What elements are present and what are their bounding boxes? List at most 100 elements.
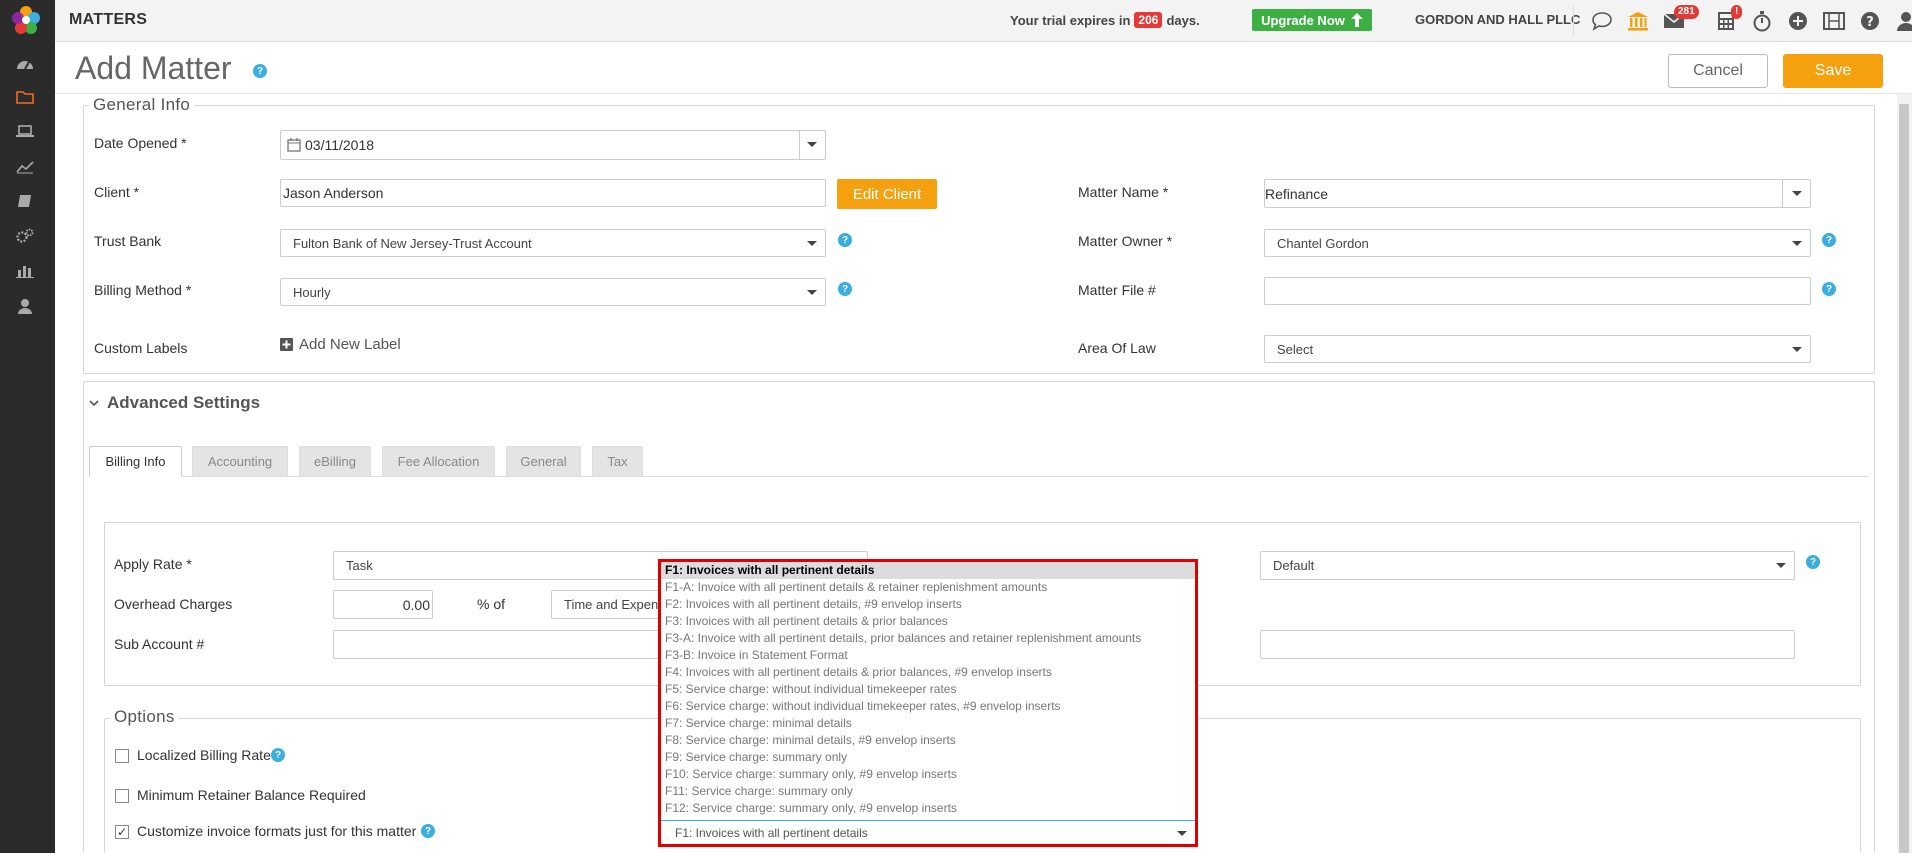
minimum-retainer-label: Minimum Retainer Balance Required [137,787,366,803]
general-info-legend: General Info [89,95,195,115]
svg-text:?: ? [1866,15,1874,30]
billing-method-label: Billing Method * [94,282,192,298]
invoice-format-option[interactable]: F3-B: Invoice in Statement Format [661,647,1195,664]
percent-of-label: % of [477,596,506,612]
add-new-label-link[interactable]: Add New Label [280,336,401,353]
matter-owner-select[interactable]: Chantel Gordon [1264,229,1811,257]
invoice-format-option[interactable]: F9: Service charge: summary only [661,749,1195,766]
localized-billing-rate-checkbox[interactable] [115,749,129,763]
invoice-format-selected-value: F1: Invoices with all pertinent details [675,825,868,840]
laptop-icon[interactable] [14,121,36,143]
bank-icon[interactable] [1625,8,1651,34]
localized-rate-help-icon[interactable]: ? [271,748,285,762]
default-rate-select[interactable]: Default [1260,551,1795,580]
localized-billing-rate-label: Localized Billing Rate [137,747,271,763]
tab-tax[interactable]: Tax [592,446,643,476]
chevron-down-icon [807,290,817,295]
invoice-format-option[interactable]: F10: Service charge: summary only, #9 en… [661,766,1195,783]
tab-baseline [89,476,1869,477]
invoice-format-option[interactable]: F8: Service charge: minimal details, #9 … [661,732,1195,749]
dashboard-icon[interactable] [14,52,36,74]
date-opened-field[interactable]: 03/11/2018 [280,130,826,160]
tab-fee-allocation[interactable]: Fee Allocation [382,446,495,476]
page-help-icon[interactable]: ? [253,64,267,78]
overhead-amount-input[interactable]: 0.00 [333,590,433,619]
invoice-format-option[interactable]: F1-A: Invoice with all pertinent details… [661,579,1195,596]
invoice-format-select[interactable]: F1: Invoices with all pertinent details [661,820,1195,844]
matters-folder-icon[interactable] [14,86,36,108]
matter-file-label: Matter File # [1078,282,1156,298]
date-dropdown-toggle[interactable] [799,131,825,159]
edit-client-button[interactable]: Edit Client [837,179,937,209]
app-logo-icon[interactable] [10,4,42,36]
minimum-retainer-checkbox[interactable] [115,789,129,803]
invoice-format-options[interactable]: F1: Invoices with all pertinent details F… [661,562,1195,820]
invoice-format-option[interactable]: F3-A: Invoice with all pertinent details… [661,630,1195,647]
right-field-input[interactable] [1260,630,1795,659]
chevron-down-icon [89,400,99,407]
customize-invoice-checkbox[interactable]: ✓ [115,825,129,839]
add-circle-icon[interactable] [1785,8,1811,34]
invoice-format-option[interactable]: F4: Invoices with all pertinent details … [661,664,1195,681]
upgrade-now-button[interactable]: Upgrade Now [1252,9,1372,31]
client-input[interactable]: Jason Anderson [280,179,826,207]
trend-chart-icon[interactable] [14,156,36,178]
chevron-down-icon [807,142,817,147]
area-of-law-select[interactable]: Select [1264,335,1811,363]
area-of-law-value: Select [1277,341,1314,357]
invoice-format-option[interactable]: F2: Invoices with all pertinent details,… [661,596,1195,613]
billing-method-select[interactable]: Hourly [280,278,826,306]
invoice-format-option[interactable]: F6: Service charge: without individual t… [661,698,1195,715]
matter-owner-help-icon[interactable]: ? [1822,233,1836,247]
overhead-base-select[interactable]: Time and Expens [551,590,671,619]
invoice-format-option[interactable]: F11: Service charge: summary only [661,783,1195,800]
matter-name-dropdown-toggle[interactable] [1782,180,1810,207]
divider [1573,6,1574,36]
client-label: Client * [94,184,140,200]
help-question-icon[interactable]: ? [1857,8,1883,34]
tab-general[interactable]: General [506,446,581,476]
default-rate-help-icon[interactable]: ? [1806,555,1820,569]
tab-ebilling[interactable]: eBilling [299,446,371,476]
calendar-icon [287,138,301,152]
invoice-format-option[interactable]: F1: Invoices with all pertinent details [661,562,1195,579]
tab-accounting[interactable]: Accounting [192,446,288,476]
stopwatch-icon[interactable] [1749,8,1775,34]
invoice-format-dropdown: F1: Invoices with all pertinent details F… [658,559,1198,847]
save-button[interactable]: Save [1783,54,1883,88]
matter-file-help-icon[interactable]: ? [1822,282,1836,296]
cancel-button[interactable]: Cancel [1668,54,1768,88]
customize-invoice-help-icon[interactable]: ? [421,824,435,838]
account-user-icon[interactable] [1893,8,1912,34]
date-opened-label: Date Opened * [94,135,187,151]
user-icon[interactable] [14,295,36,317]
billing-method-help-icon[interactable]: ? [838,282,852,296]
add-new-label-text: Add New Label [299,336,401,353]
chat-bubble-icon[interactable] [1589,8,1615,34]
sub-account-input[interactable] [333,630,673,659]
firm-name: GORDON AND HALL PLLC [1415,12,1581,27]
settings-cogs-icon[interactable] [14,225,36,247]
invoice-format-option[interactable]: F7: Service charge: minimal details [661,715,1195,732]
apply-rate-value: Task [346,558,373,573]
film-icon[interactable] [1821,8,1847,34]
options-legend: Options [110,707,179,727]
trust-bank-help-icon[interactable]: ? [838,233,852,247]
invoice-format-option[interactable]: F3: Invoices with all pertinent details … [661,613,1195,630]
app-title: MATTERS [69,11,148,28]
trust-bank-label: Trust Bank [94,233,162,249]
scrollbar-thumb[interactable] [1899,104,1909,853]
invoice-format-option[interactable]: F12: Service charge: summary only, #9 en… [661,800,1195,817]
bar-chart-icon[interactable] [14,260,36,282]
area-of-law-label: Area Of Law [1078,340,1156,356]
chevron-down-icon [1776,563,1786,568]
tab-billing-info[interactable]: Billing Info [89,446,182,477]
book-icon[interactable] [14,190,36,212]
matter-file-input[interactable] [1264,277,1811,305]
invoice-format-option[interactable]: F5: Service charge: without individual t… [661,681,1195,698]
trust-bank-select[interactable]: Fulton Bank of New Jersey-Trust Account [280,229,826,257]
advanced-settings-toggle[interactable]: Advanced Settings [89,393,260,413]
matter-name-field[interactable]: Refinance [1264,179,1811,208]
matter-owner-label: Matter Owner * [1078,233,1173,249]
apply-rate-label: Apply Rate * [114,556,192,572]
